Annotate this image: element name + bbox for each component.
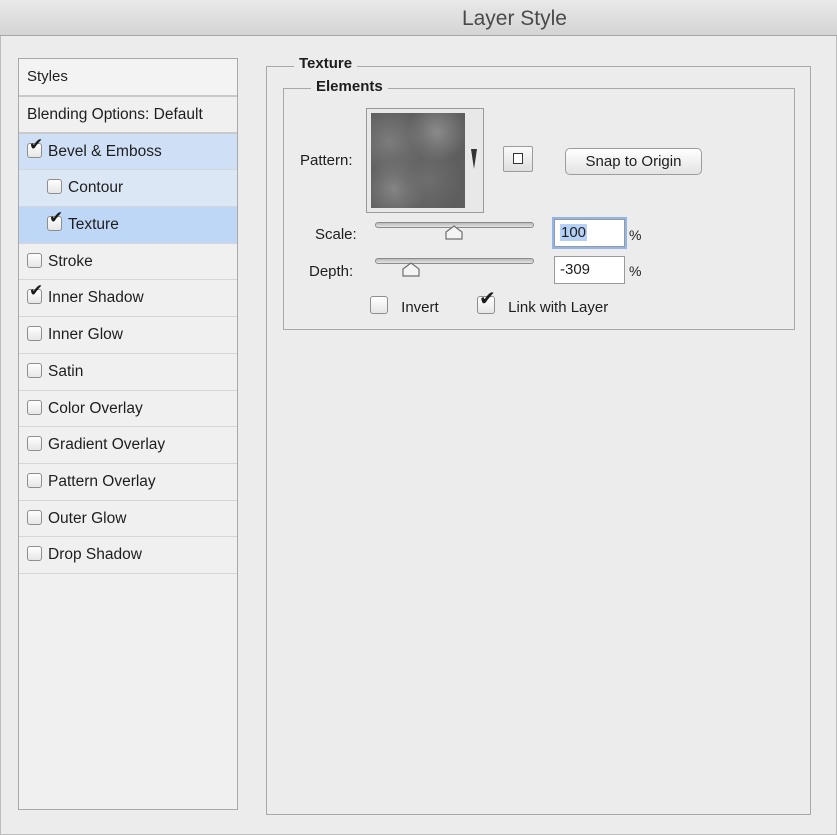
- elements-group: [283, 88, 795, 330]
- link-with-layer-label: Link with Layer: [508, 299, 609, 316]
- style-item-stroke[interactable]: Stroke: [19, 244, 237, 281]
- invert-checkbox-row[interactable]: Invert: [370, 296, 439, 316]
- style-item-label: Inner Glow: [48, 326, 123, 344]
- new-preset-icon: [513, 153, 523, 164]
- blending-options-item[interactable]: Blending Options: Default: [19, 97, 237, 134]
- style-item-label: Color Overlay: [48, 399, 143, 417]
- pattern-preview: [371, 113, 465, 208]
- scale-label: Scale:: [315, 226, 357, 243]
- pattern-label: Pattern:: [300, 152, 353, 169]
- style-checkbox[interactable]: [27, 436, 42, 452]
- style-item-label: Texture: [68, 216, 119, 234]
- styles-header[interactable]: Styles: [19, 59, 237, 97]
- depth-label: Depth:: [309, 263, 354, 280]
- elements-section-title: Elements: [311, 78, 388, 95]
- style-item-label: Contour: [68, 179, 124, 197]
- style-item-label: Gradient Overlay: [48, 436, 166, 454]
- style-item-label: Pattern Overlay: [48, 472, 156, 490]
- texture-section-title: Texture: [294, 55, 358, 72]
- style-checkbox[interactable]: [27, 362, 42, 378]
- style-checkbox[interactable]: [27, 546, 42, 562]
- snap-to-origin-button[interactable]: Snap to Origin: [565, 148, 702, 175]
- scale-slider-thumb[interactable]: [444, 225, 463, 240]
- pattern-picker[interactable]: [366, 108, 484, 213]
- link-with-layer-row[interactable]: ✔ Link with Layer: [477, 288, 609, 316]
- style-item-label: Satin: [48, 362, 84, 380]
- style-item-label: Bevel & Emboss: [48, 142, 162, 160]
- style-item-satin[interactable]: Satin: [19, 354, 237, 391]
- window-title: Layer Style: [461, 7, 567, 30]
- style-item-label: Drop Shadow: [48, 546, 142, 564]
- style-checkbox[interactable]: [27, 399, 42, 415]
- depth-slider[interactable]: [375, 258, 534, 264]
- style-item-bevel-emboss[interactable]: ✔ Bevel & Emboss: [19, 133, 237, 171]
- style-item-pattern-overlay[interactable]: Pattern Overlay: [19, 464, 237, 501]
- title-bar: Layer Style: [0, 0, 837, 36]
- styles-panel: Styles Blending Options: Default ✔ Bevel …: [18, 58, 238, 810]
- invert-label: Invert: [401, 299, 439, 316]
- style-item-label: Inner Shadow: [48, 289, 144, 307]
- style-checkbox[interactable]: [27, 326, 42, 342]
- scale-value: 100: [560, 224, 588, 241]
- style-item-inner-glow[interactable]: Inner Glow: [19, 317, 237, 354]
- style-checkbox[interactable]: [27, 472, 42, 488]
- style-item-label: Stroke: [48, 252, 93, 270]
- dropdown-arrow-icon[interactable]: [471, 149, 477, 169]
- style-checkbox[interactable]: [27, 509, 42, 525]
- new-preset-button[interactable]: [503, 146, 533, 172]
- style-checkbox[interactable]: ✔: [27, 283, 43, 305]
- style-item-drop-shadow[interactable]: Drop Shadow: [19, 537, 237, 574]
- depth-value: -309: [560, 261, 591, 278]
- scale-unit: %: [629, 227, 642, 243]
- depth-input[interactable]: -309: [554, 256, 625, 284]
- style-checkbox[interactable]: [27, 252, 42, 268]
- style-list: ✔ Bevel & Emboss Contour ✔ Texture Stroke ✔ Inn…: [19, 133, 237, 574]
- style-checkbox[interactable]: ✔: [47, 210, 63, 232]
- style-item-inner-shadow[interactable]: ✔ Inner Shadow: [19, 280, 237, 318]
- checkmark-icon: ✔: [29, 134, 44, 155]
- style-checkbox[interactable]: [47, 179, 62, 195]
- checkmark-icon: ✔: [49, 208, 64, 229]
- invert-checkbox[interactable]: [370, 296, 388, 314]
- checkmark-icon: ✔: [29, 281, 44, 302]
- link-with-layer-checkbox[interactable]: ✔: [477, 288, 496, 314]
- style-item-outer-glow[interactable]: Outer Glow: [19, 501, 237, 538]
- style-item-label: Outer Glow: [48, 509, 127, 527]
- depth-unit: %: [629, 263, 642, 279]
- style-item-contour[interactable]: Contour: [19, 170, 237, 208]
- checkmark-icon: ✔: [479, 286, 496, 310]
- style-item-texture[interactable]: ✔ Texture: [19, 207, 237, 244]
- style-item-gradient-overlay[interactable]: Gradient Overlay: [19, 427, 237, 464]
- style-checkbox[interactable]: ✔: [27, 136, 43, 158]
- scale-input[interactable]: 100: [554, 219, 625, 247]
- depth-slider-thumb[interactable]: [402, 262, 420, 277]
- style-item-color-overlay[interactable]: Color Overlay: [19, 391, 237, 428]
